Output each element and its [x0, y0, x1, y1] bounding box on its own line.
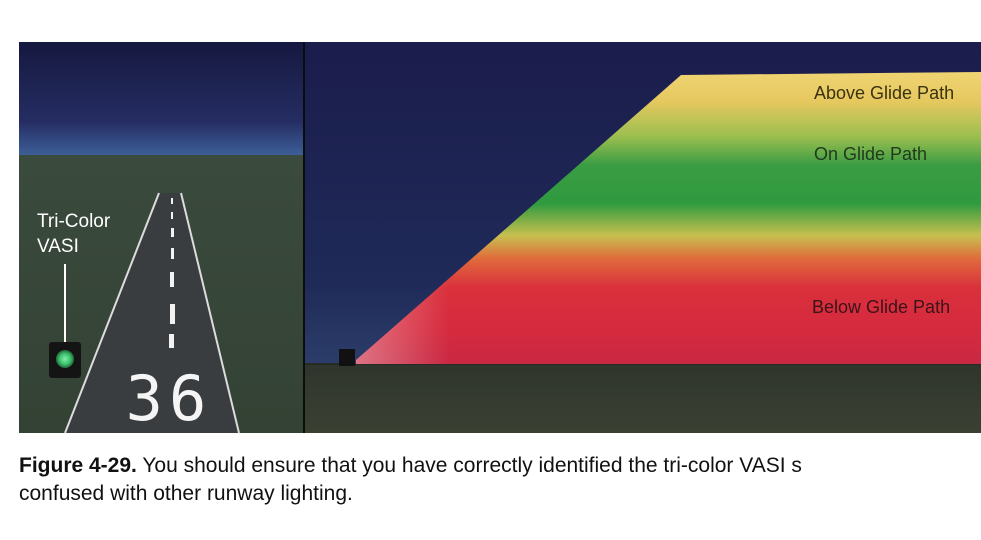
vasi-label-line1: Tri-Color	[37, 211, 111, 232]
label-on-glide-path: On Glide Path	[814, 144, 927, 164]
runway-number: 36	[126, 362, 213, 433]
panel-divider	[303, 42, 305, 433]
caption-text-1: You should ensure that you have correctl…	[142, 454, 802, 477]
left-panel: 36 Tri-Color VASI	[19, 42, 303, 433]
caption-line-2: confused with other runway lighting.	[19, 482, 353, 505]
figure-caption: Figure 4-29. You should ensure that you …	[19, 452, 981, 508]
label-below-glide-path: Below Glide Path	[812, 297, 950, 317]
vasi-green-light	[56, 350, 74, 368]
right-ground	[305, 364, 981, 433]
vasi-illustration: 36 Tri-Color VASI Above Glide Path On Gl…	[19, 42, 981, 433]
figure-label: Figure 4-29.	[19, 454, 137, 477]
label-above-glide-path: Above Glide Path	[814, 83, 954, 103]
left-sky	[19, 42, 303, 155]
caption-line-1: Figure 4-29. You should ensure that you …	[19, 452, 981, 480]
vasi-source-box	[339, 349, 355, 366]
vasi-label-line2: VASI	[37, 236, 79, 257]
right-panel: Above Glide Path On Glide Path Below Gli…	[305, 42, 981, 433]
